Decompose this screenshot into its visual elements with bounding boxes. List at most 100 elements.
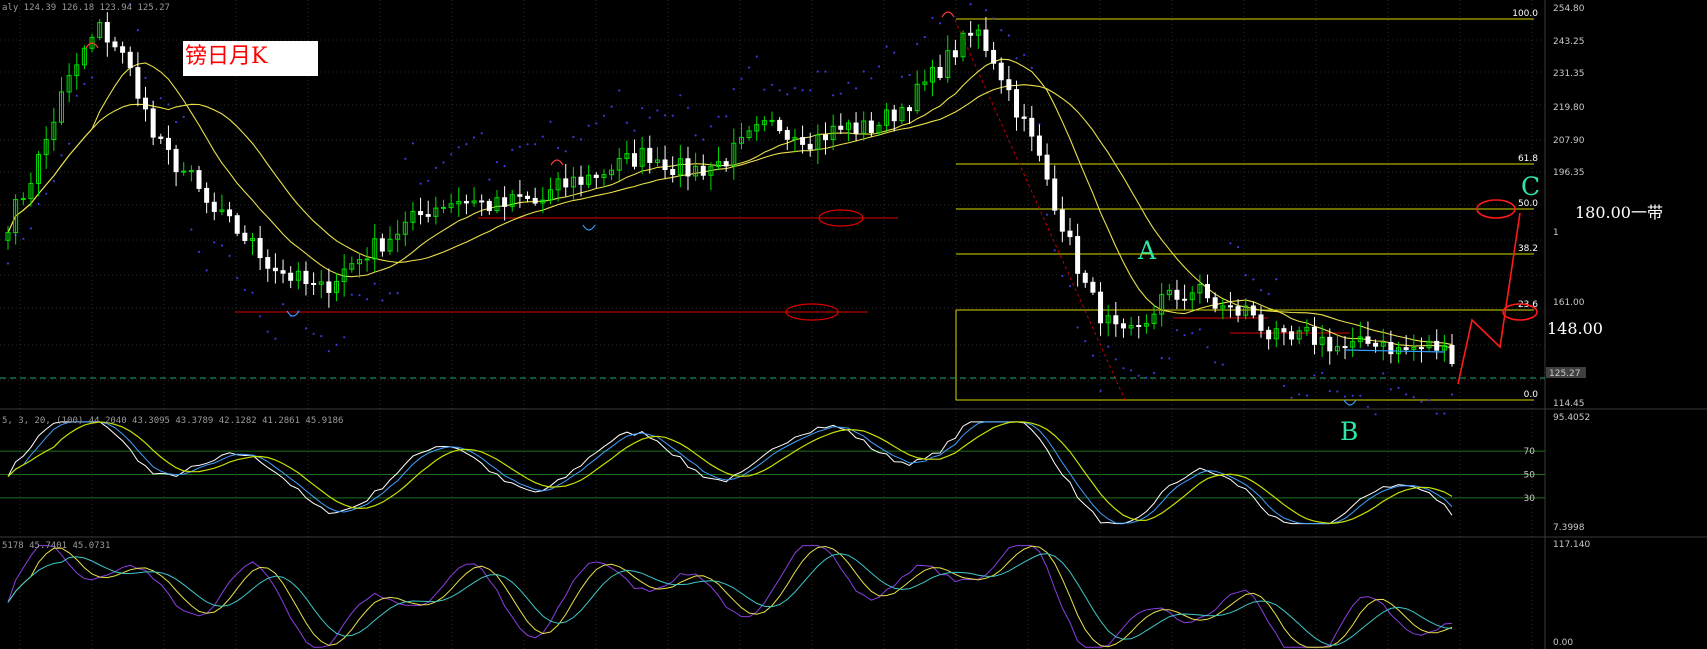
candle-body [1036, 135, 1042, 156]
sar-dot [266, 330, 269, 333]
sar-dot [22, 237, 25, 240]
candle-body [723, 161, 729, 167]
candle-body [1434, 340, 1440, 351]
candle-body [1403, 347, 1409, 350]
candle-body [242, 232, 248, 241]
candle-body [1327, 336, 1333, 352]
stoch-level-label: 30 [1524, 494, 1536, 504]
sar-dot [90, 76, 94, 79]
sar-dot [931, 16, 934, 20]
candle-body [479, 200, 485, 203]
sar-dot [450, 153, 453, 156]
sar-dot [549, 120, 552, 123]
sar-dot [518, 145, 521, 148]
sar-dot [434, 166, 437, 169]
stoch-signal-line [7, 421, 1453, 525]
stoch-level-label: 50 [1524, 471, 1536, 481]
stochastic-readout: 5, 3, 20, (100) 44.2040 43.3095 43.3789 … [2, 416, 343, 426]
sar-dot [1160, 357, 1163, 360]
sar-dot [213, 241, 216, 244]
candle-body [838, 125, 844, 130]
price-tick: 254.80 [1553, 4, 1585, 14]
sar-dot [312, 332, 315, 335]
sar-dot [52, 179, 55, 183]
candle-body [280, 270, 286, 274]
sar-dot [1023, 53, 1026, 57]
sar-dot [671, 114, 674, 117]
sar-dot [373, 282, 376, 285]
sar-dot [259, 315, 262, 318]
sar-dot [1343, 395, 1347, 398]
candle-body [1182, 298, 1188, 301]
candle-body [907, 107, 913, 112]
sar-dot [1053, 249, 1056, 252]
candle-body [1082, 272, 1088, 283]
candle-body [143, 97, 149, 110]
sar-dot [923, 36, 926, 39]
panel-borders [0, 0, 1707, 649]
sar-dot [1221, 363, 1224, 366]
candle-body [158, 136, 164, 139]
sar-dot [694, 134, 697, 137]
candle-body [265, 257, 271, 269]
candle-body [1113, 315, 1119, 325]
candle-body [272, 267, 278, 272]
candle-body [532, 197, 538, 204]
sar-dot [564, 150, 567, 153]
price-tick: 207.90 [1553, 136, 1585, 146]
sar-dot [343, 336, 346, 339]
sar-dot [969, 3, 972, 6]
sar-dot [419, 182, 422, 185]
sar-dot [870, 77, 873, 80]
candle-body [1250, 305, 1256, 316]
price-tick: 243.25 [1553, 37, 1585, 47]
sar-dot [1443, 412, 1446, 415]
candle-body [463, 200, 469, 204]
sar-dot [37, 202, 40, 206]
sar-dot [472, 136, 476, 139]
rsi-panel: 117.140 0.00 [7, 540, 1590, 648]
candle-body [685, 158, 691, 177]
sar-dot [1061, 274, 1064, 278]
candle-body [1006, 79, 1012, 91]
sar-dot [1359, 394, 1362, 397]
sar-dot [618, 89, 621, 92]
sar-dot [182, 115, 185, 119]
candle-body [998, 62, 1004, 81]
price-tick: 114.45 [1553, 399, 1585, 409]
sar-dot [595, 122, 598, 125]
candle-body [120, 46, 126, 53]
candle-body [1373, 342, 1379, 347]
sar-dot [770, 83, 774, 86]
sar-dot [136, 29, 139, 32]
sar-dot [702, 138, 705, 141]
sar-dot [816, 70, 819, 73]
sar-dot [939, 22, 942, 25]
sar-dot [29, 227, 33, 230]
sar-dot [748, 66, 751, 69]
sar-dot [236, 277, 239, 280]
fractal-marker [1343, 399, 1357, 406]
target-lower: 148.00 [1547, 319, 1603, 338]
sar-dot [1130, 369, 1133, 372]
sar-dot [824, 70, 827, 73]
sar-dot [1183, 334, 1186, 337]
candle-body [800, 137, 806, 145]
sar-dot [579, 138, 583, 141]
candle-body [1266, 329, 1272, 340]
candle-body [1205, 284, 1211, 299]
candle-body [662, 159, 668, 171]
sar-dot [1168, 357, 1171, 360]
candle-body [1029, 117, 1035, 137]
sar-dot [984, 9, 988, 12]
candle-body [104, 22, 110, 43]
sar-dot [877, 65, 881, 68]
sar-dot [1366, 405, 1370, 408]
stoch-slow-line [7, 421, 1453, 525]
candle-body [288, 272, 294, 281]
sar-dot [709, 125, 712, 128]
candle-body [20, 198, 26, 201]
sar-dot [786, 93, 789, 96]
sar-dot [656, 109, 659, 112]
candle-body [1014, 89, 1020, 118]
